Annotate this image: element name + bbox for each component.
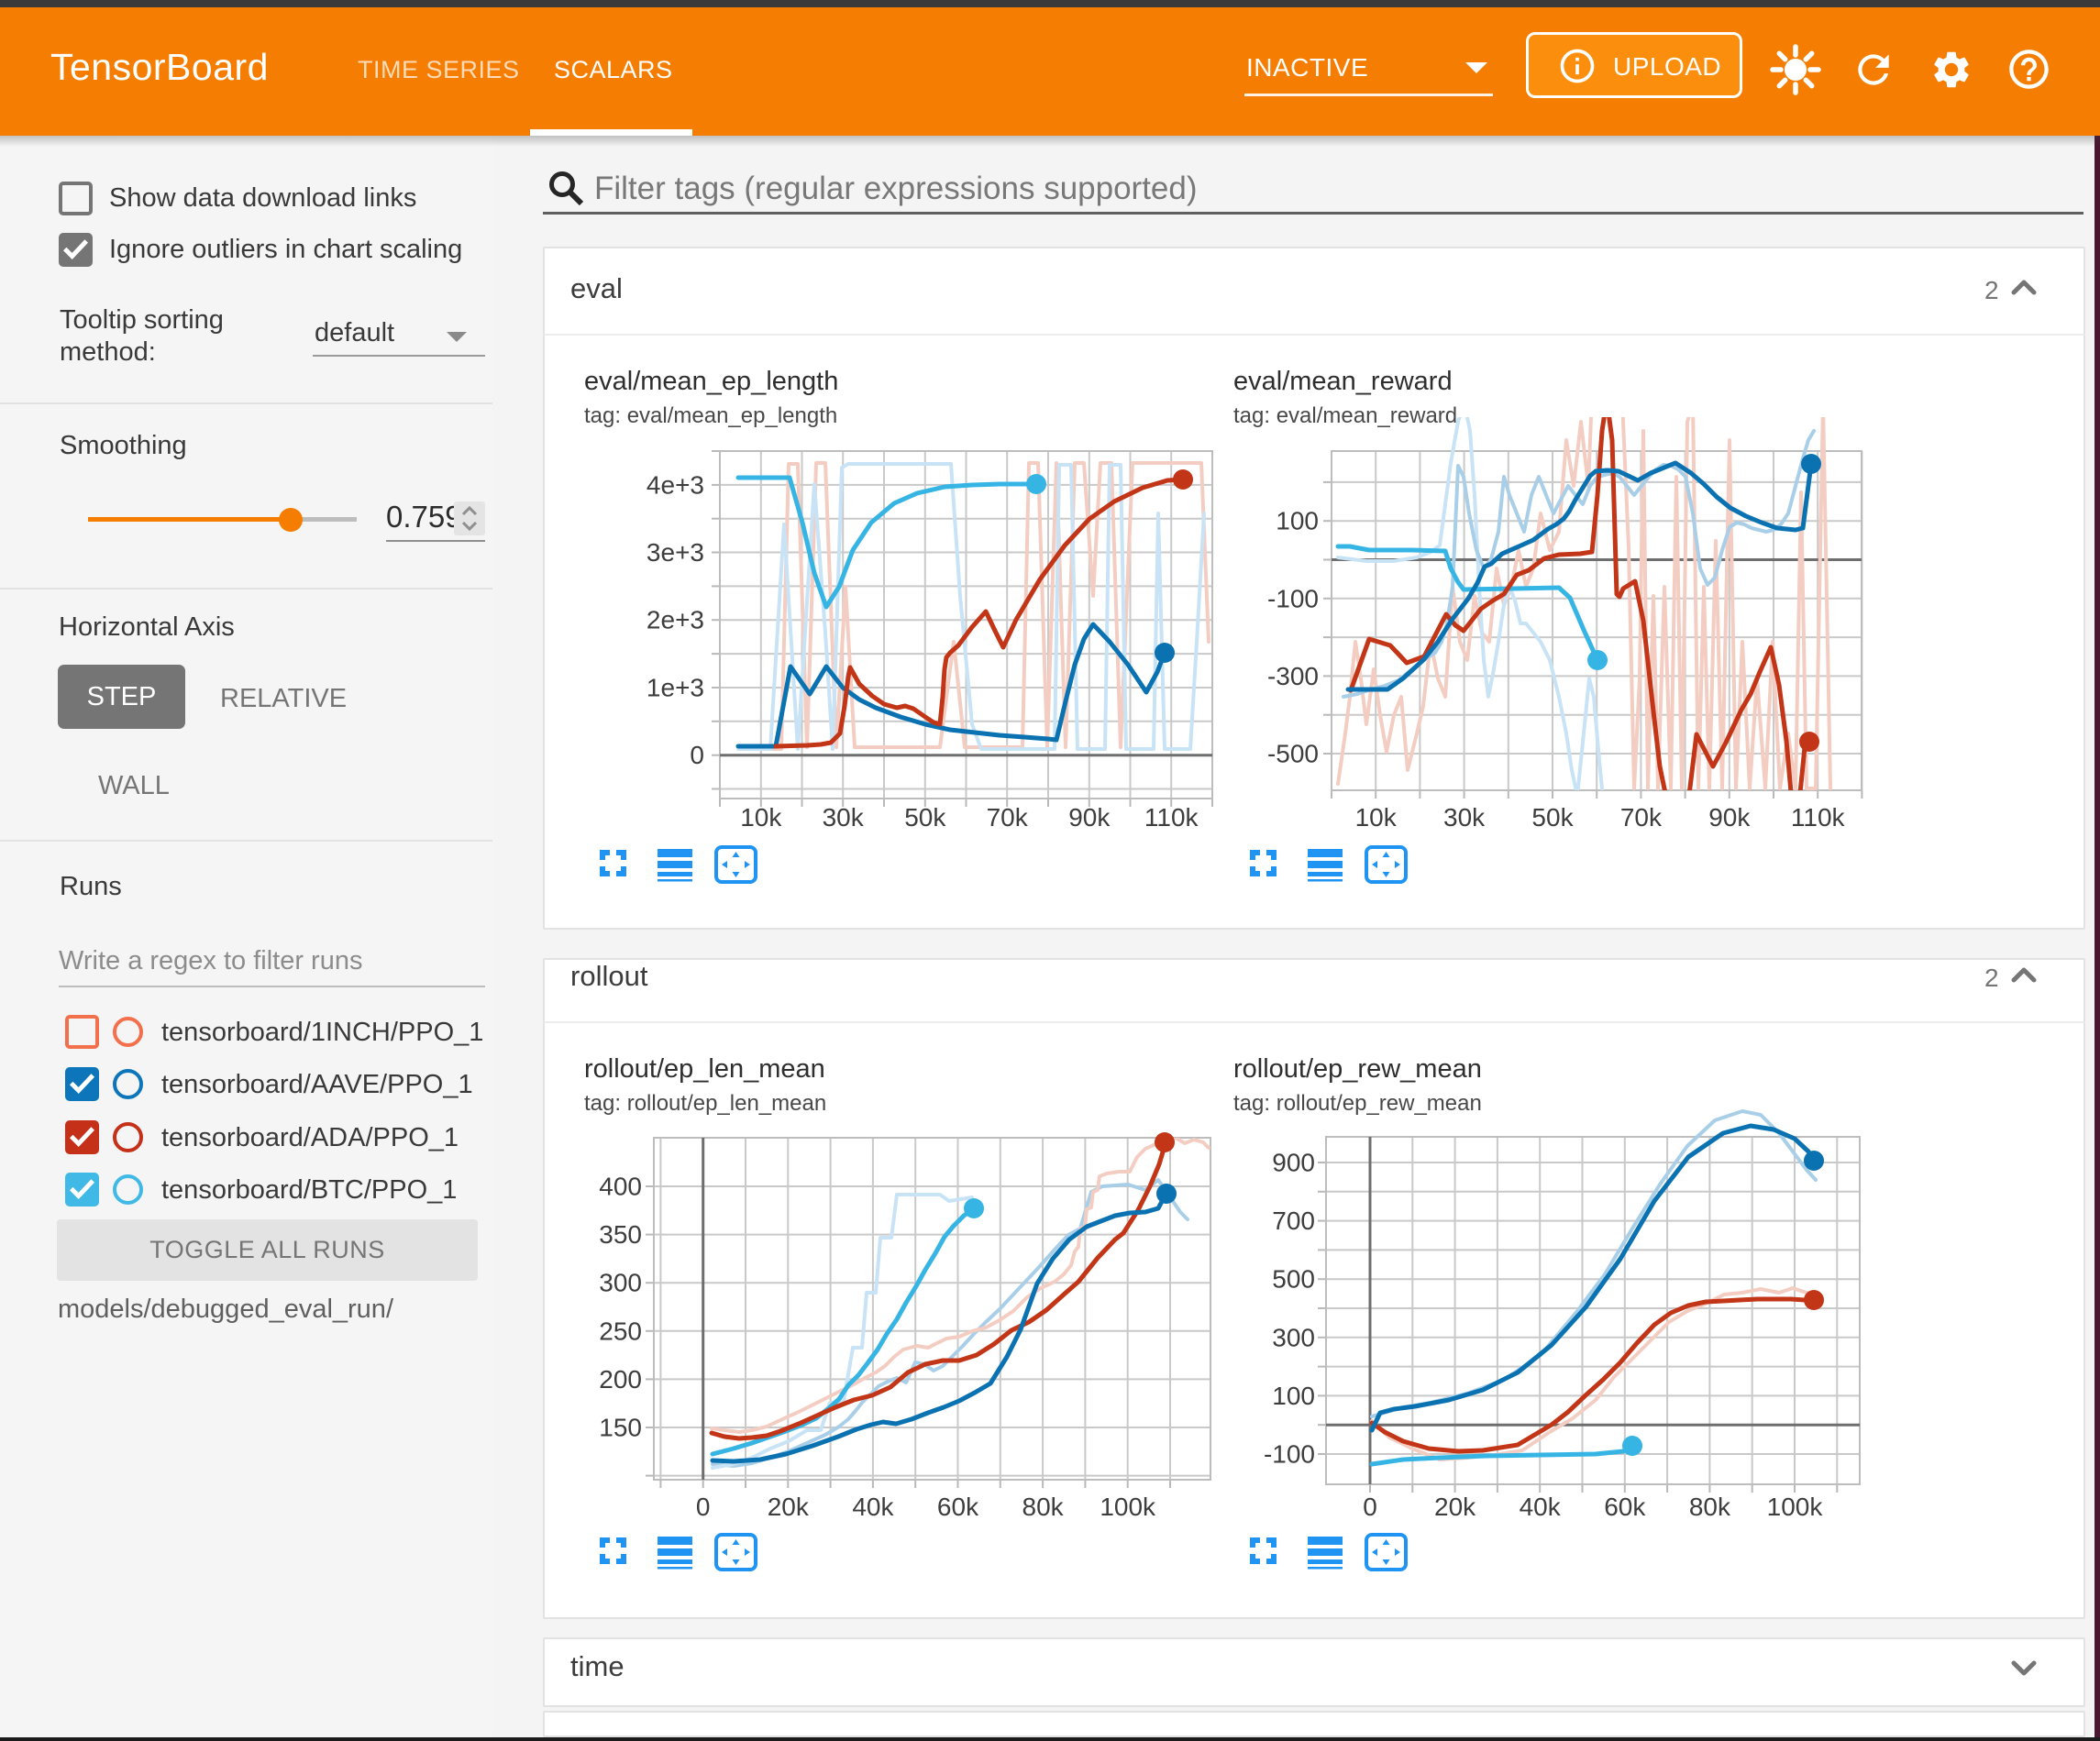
svg-text:700: 700 [1272, 1207, 1315, 1235]
svg-text:70k: 70k [987, 803, 1029, 832]
svg-text:150: 150 [599, 1414, 642, 1442]
svg-text:30k: 30k [823, 803, 865, 832]
svg-text:100: 100 [1276, 507, 1319, 535]
svg-text:60k: 60k [937, 1493, 979, 1521]
svg-text:60k: 60k [1604, 1493, 1646, 1521]
svg-text:10k: 10k [740, 803, 782, 832]
svg-text:100k: 100k [1100, 1493, 1156, 1521]
svg-text:900: 900 [1272, 1149, 1315, 1177]
svg-text:40k: 40k [1520, 1493, 1562, 1521]
svg-text:80k: 80k [1689, 1493, 1731, 1521]
svg-text:2e+3: 2e+3 [647, 606, 704, 634]
svg-text:200: 200 [599, 1365, 642, 1394]
svg-text:50k: 50k [1531, 803, 1574, 832]
svg-text:50k: 50k [904, 803, 946, 832]
svg-text:10k: 10k [1355, 803, 1398, 832]
svg-text:0: 0 [696, 1493, 711, 1521]
svg-text:100k: 100k [1767, 1493, 1824, 1521]
svg-text:-300: -300 [1267, 662, 1319, 690]
svg-text:20k: 20k [1434, 1493, 1476, 1521]
svg-text:30k: 30k [1443, 803, 1486, 832]
svg-text:70k: 70k [1620, 803, 1663, 832]
svg-text:20k: 20k [768, 1493, 810, 1521]
svg-text:-100: -100 [1264, 1440, 1315, 1469]
svg-text:90k: 90k [1068, 803, 1111, 832]
svg-text:80k: 80k [1022, 1493, 1065, 1521]
svg-text:500: 500 [1272, 1265, 1315, 1294]
svg-text:0: 0 [1363, 1493, 1377, 1521]
svg-text:110k: 110k [1791, 803, 1846, 832]
svg-text:90k: 90k [1708, 803, 1751, 832]
svg-text:350: 350 [599, 1220, 642, 1249]
svg-text:-100: -100 [1267, 584, 1319, 612]
svg-text:250: 250 [599, 1317, 642, 1345]
svg-text:-500: -500 [1267, 740, 1319, 768]
svg-text:400: 400 [599, 1173, 642, 1201]
svg-text:3e+3: 3e+3 [647, 538, 704, 567]
svg-text:100: 100 [1272, 1382, 1315, 1410]
svg-text:4e+3: 4e+3 [647, 470, 704, 499]
svg-text:0: 0 [690, 741, 704, 769]
svg-text:300: 300 [1272, 1323, 1315, 1351]
svg-text:110k: 110k [1144, 803, 1199, 832]
svg-text:40k: 40k [852, 1493, 894, 1521]
svg-text:1e+3: 1e+3 [647, 674, 704, 702]
svg-text:300: 300 [599, 1269, 642, 1297]
